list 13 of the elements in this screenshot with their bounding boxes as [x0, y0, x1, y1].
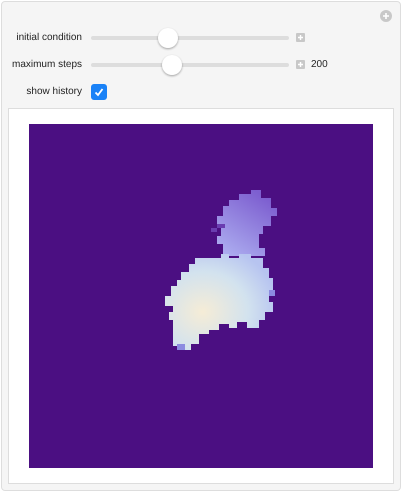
slider-label: maximum steps — [10, 59, 82, 70]
plus-icon[interactable] — [296, 60, 305, 69]
slider[interactable] — [91, 54, 289, 74]
slider-value: 200 — [311, 59, 328, 70]
checkmark-icon — [94, 86, 104, 96]
slider-label: initial condition — [15, 32, 82, 43]
slider[interactable] — [91, 28, 289, 48]
plus-icon[interactable] — [296, 33, 305, 42]
plus-icon[interactable] — [380, 10, 392, 22]
checkbox-label: show history — [25, 86, 82, 97]
slider-thumb[interactable] — [162, 54, 182, 74]
slider-thumb[interactable] — [158, 28, 178, 48]
checkbox[interactable] — [91, 84, 107, 100]
